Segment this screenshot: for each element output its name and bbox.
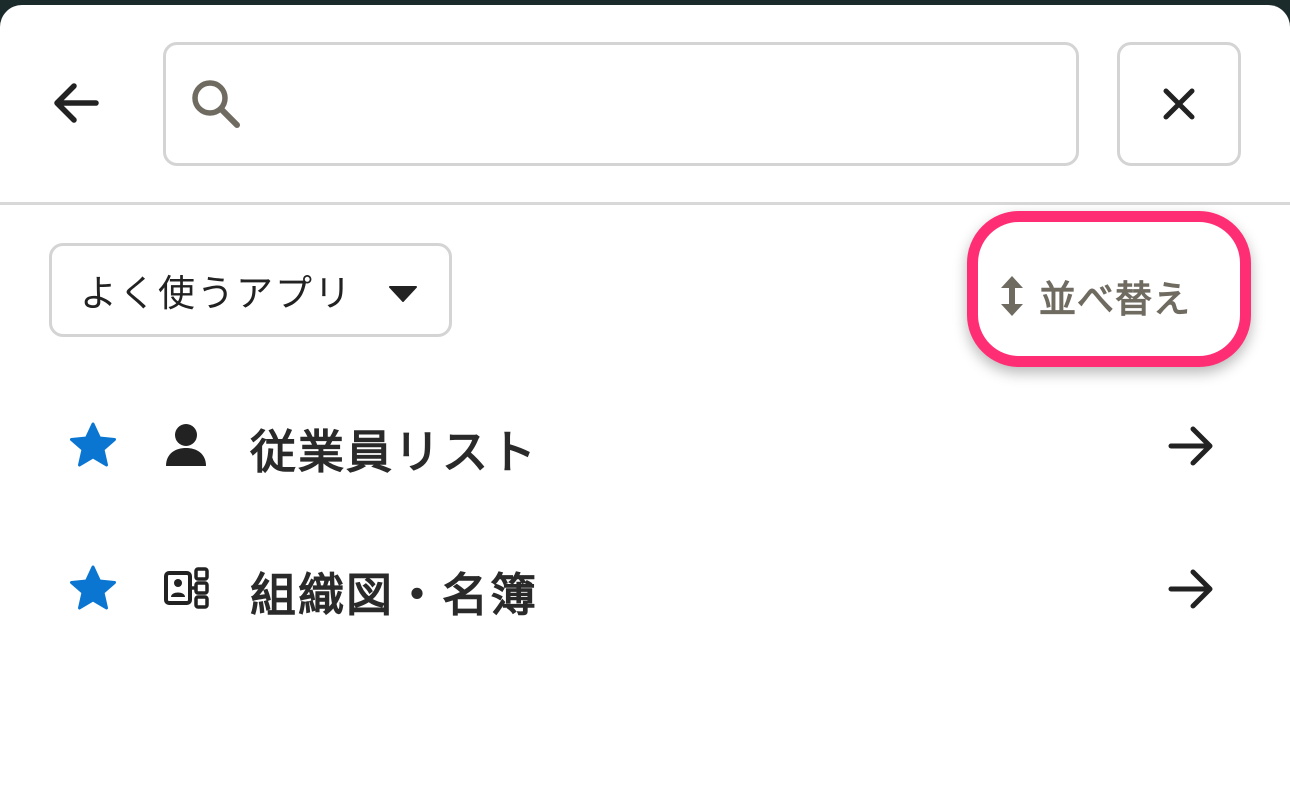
sort-button[interactable]: 並べ替え <box>997 255 1227 337</box>
caret-down-icon <box>389 286 417 302</box>
close-button[interactable] <box>1117 42 1241 166</box>
top-bar <box>0 5 1290 204</box>
search-icon <box>186 74 246 134</box>
close-icon <box>1163 88 1195 120</box>
app-list-item[interactable]: 組織図・名簿 <box>0 519 1290 659</box>
header-divider <box>0 202 1290 205</box>
star-icon[interactable] <box>68 421 118 469</box>
app-name: 従業員リスト <box>250 425 538 479</box>
search-field[interactable] <box>163 42 1079 166</box>
sort-vertical-icon <box>1001 276 1023 316</box>
back-button[interactable] <box>40 67 112 139</box>
org-chart-icon <box>164 567 209 609</box>
arrow-left-icon <box>54 83 99 123</box>
filter-selected-label: よく使うアプリ <box>80 272 353 315</box>
arrow-right-icon <box>1168 426 1213 466</box>
person-icon <box>166 424 206 466</box>
sort-button-label: 並べ替え <box>1039 278 1191 321</box>
app-panel: よく使うアプリ 並べ替え 従業員リスト 組織図・名簿 <box>0 5 1290 785</box>
app-list-item[interactable]: 従業員リスト <box>0 376 1290 516</box>
arrow-right-icon <box>1168 569 1213 609</box>
app-filter-dropdown[interactable]: よく使うアプリ <box>49 243 452 337</box>
search-input[interactable] <box>246 45 1076 163</box>
app-name: 組織図・名簿 <box>250 568 538 622</box>
star-icon[interactable] <box>68 564 118 612</box>
